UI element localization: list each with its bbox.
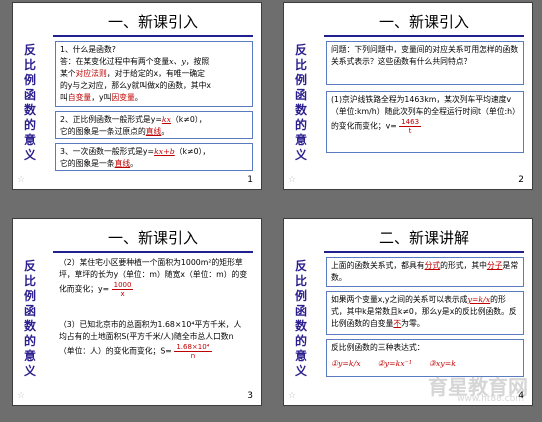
- forms-heading: 反比例函数的三种表达式：: [331, 343, 425, 352]
- linear-line: 直线: [114, 159, 131, 168]
- linear-text: 3、一次函数一般形式是y=: [60, 147, 155, 156]
- slide-sorter-view: 反比例函数的意义 一、新课引入 1、什么是函数? 答：在某变化过程中有两个变量x…: [0, 0, 542, 422]
- slide-number: 1: [247, 175, 253, 185]
- answer-text-g: ，y叫: [91, 93, 112, 102]
- answer-text-b: ，按照: [185, 57, 210, 66]
- highlight-term: 对应法则: [75, 69, 107, 78]
- prop-formula: kx: [161, 115, 171, 124]
- prop-text: 2、正比例函数一般形式是y=: [60, 115, 162, 124]
- linear-formula: kx+b: [154, 147, 175, 156]
- numerator: 1000: [111, 281, 134, 290]
- slide-title: 一、新课引入: [378, 13, 469, 31]
- obs-text-b: 的形式，其中: [440, 261, 487, 270]
- prop-line: 直线: [145, 127, 162, 136]
- slide-sidebar: 反比例函数的意义: [284, 219, 316, 405]
- example-box: (1)京沪线铁路全程为1463km，某次列车平均速度v（单位:km/h）随此次列…: [326, 91, 524, 153]
- def-text: 如果两个变量x,y之间的关系可以表示成: [331, 295, 468, 304]
- example-2-text: （2）某住宅小区要种植一个面积为1000m²的矩形草坪，草坪的长为y（单位：m）…: [59, 258, 248, 294]
- linear-cond: （k≠0），: [174, 147, 211, 156]
- title-underline: [53, 35, 253, 37]
- side-title: 反比例函数的意义: [294, 259, 307, 378]
- answer-text-h: 。: [134, 93, 143, 102]
- side-title: 反比例函数的意义: [23, 43, 36, 162]
- fraction: 1.68×10⁴ n: [174, 343, 212, 360]
- numerator: 1.68×10⁴: [174, 343, 212, 352]
- example-3-text: （3）已知北京市的总面积为1.68×10⁴平方千米，人均占有的土地面积S(平方千…: [59, 320, 242, 356]
- slide-title: 一、新课引入: [107, 229, 198, 247]
- answer-text-d: ，对于给定的x，有唯一确定: [106, 69, 205, 78]
- def-formula: y=k/x: [467, 295, 491, 304]
- denominator: n: [190, 352, 196, 360]
- prop-cond: （k≠0），: [171, 115, 207, 124]
- highlight-dependent: 因变量: [111, 93, 135, 102]
- linear-graph-text: 它的图象是一条: [60, 159, 115, 168]
- slide-thumbnail-4[interactable]: 反比例函数的意义 二、新课讲解 上面的函数关系式，都具有分式的形式，其中分子是常…: [283, 218, 533, 406]
- prop-graph-text: 它的图象是一条过原点的: [60, 127, 146, 136]
- form-1: ①y=k/x: [331, 359, 361, 368]
- answer-text-e: 的y与之对应，那么y就叫做x的函数，其中x: [60, 81, 212, 90]
- slide-sidebar: 反比例函数的意义: [284, 3, 316, 189]
- observation-box: 上面的函数关系式，都具有分式的形式，其中分子是常数。: [326, 257, 524, 287]
- fraction: 1463 t: [399, 118, 422, 135]
- transition-icon[interactable]: ☆: [288, 391, 296, 401]
- question-box: 问题：下列问题中，变量间的对应关系可用怎样的函数关系式表示？这些函数有什么共同特…: [326, 41, 524, 85]
- definition-box: 如果两个变量x,y之间的关系可以表示成y=k/x的形式，其中k是常数且k≠0，那…: [326, 291, 524, 335]
- obs-numerator: 分子: [486, 261, 503, 270]
- denominator: t: [408, 127, 412, 135]
- question-text: 1、什么是函数?: [60, 45, 116, 54]
- fraction: 1000 x: [111, 281, 134, 298]
- slide-sidebar: 反比例函数的意义: [13, 219, 45, 405]
- def-not: 不: [393, 319, 402, 328]
- linear-box: 3、一次函数一般形式是y=kx+b（k≠0）， 它的图象是一条直线。: [55, 143, 253, 171]
- slide-thumbnail-3[interactable]: 反比例函数的意义 一、新课引入 （2）某住宅小区要种植一个面积为1000m²的矩…: [12, 218, 262, 406]
- proportional-box: 2、正比例函数一般形式是y=kx（k≠0）， 它的图象是一条过原点的直线。: [55, 111, 253, 139]
- title-underline: [53, 251, 253, 253]
- slide-thumbnail-1[interactable]: 反比例函数的意义 一、新课引入 1、什么是函数? 答：在某变化过程中有两个变量x…: [12, 2, 262, 190]
- slide-title: 二、新课讲解: [378, 229, 469, 247]
- slide-thumbnail-2[interactable]: 反比例函数的意义 一、新课引入 问题：下列问题中，变量间的对应关系可用怎样的函数…: [283, 2, 533, 190]
- example-3: （3）已知北京市的总面积为1.68×10⁴平方千米，人均占有的土地面积S(平方千…: [55, 317, 253, 389]
- side-title: 反比例函数的意义: [23, 259, 36, 378]
- prop-end: 。: [161, 127, 170, 136]
- answer-text-f: 叫: [60, 93, 68, 102]
- obs-fraction: 分式: [424, 261, 441, 270]
- example-text: (1)京沪线铁路全程为1463km，某次列车平均速度v（单位:km/h）随此次列…: [331, 95, 516, 131]
- obs-text: 上面的函数关系式，都具有: [331, 261, 425, 270]
- example-2: （2）某住宅小区要种植一个面积为1000m²的矩形草坪，草坪的长为y（单位：m）…: [55, 255, 253, 315]
- linear-end: 。: [130, 159, 138, 168]
- slide-number: 3: [247, 391, 253, 401]
- form-3: ③xy=k: [428, 359, 456, 368]
- answer-text: 答：在某变化过程中有两个变量: [60, 57, 170, 66]
- slide-number: 4: [518, 391, 524, 401]
- title-underline: [324, 35, 524, 37]
- slide-number: 2: [518, 175, 524, 185]
- def-text-c: 为零。: [401, 319, 425, 328]
- highlight-independent: 自变量: [67, 93, 92, 102]
- definition-box: 1、什么是函数? 答：在某变化过程中有两个变量x、y，按照 某个对应法则，对于给…: [55, 41, 253, 107]
- form-2: ②y=kx⁻¹: [377, 359, 412, 368]
- variables: x、y: [169, 57, 186, 66]
- slide-sidebar: 反比例函数的意义: [13, 3, 45, 189]
- transition-icon[interactable]: ☆: [17, 175, 25, 185]
- numerator: 1463: [399, 118, 422, 127]
- watermark-url: www.ht88.com: [457, 394, 524, 404]
- title-underline: [324, 251, 524, 253]
- question-text: 问题：下列问题中，变量间的对应关系可用怎样的函数关系式表示？这些函数有什么共同特…: [331, 45, 519, 66]
- answer-text-c: 某个: [60, 69, 76, 78]
- transition-icon[interactable]: ☆: [17, 391, 25, 401]
- side-title: 反比例函数的意义: [294, 43, 307, 162]
- slide-title: 一、新课引入: [107, 13, 198, 31]
- transition-icon[interactable]: ☆: [288, 175, 296, 185]
- denominator: x: [120, 290, 125, 298]
